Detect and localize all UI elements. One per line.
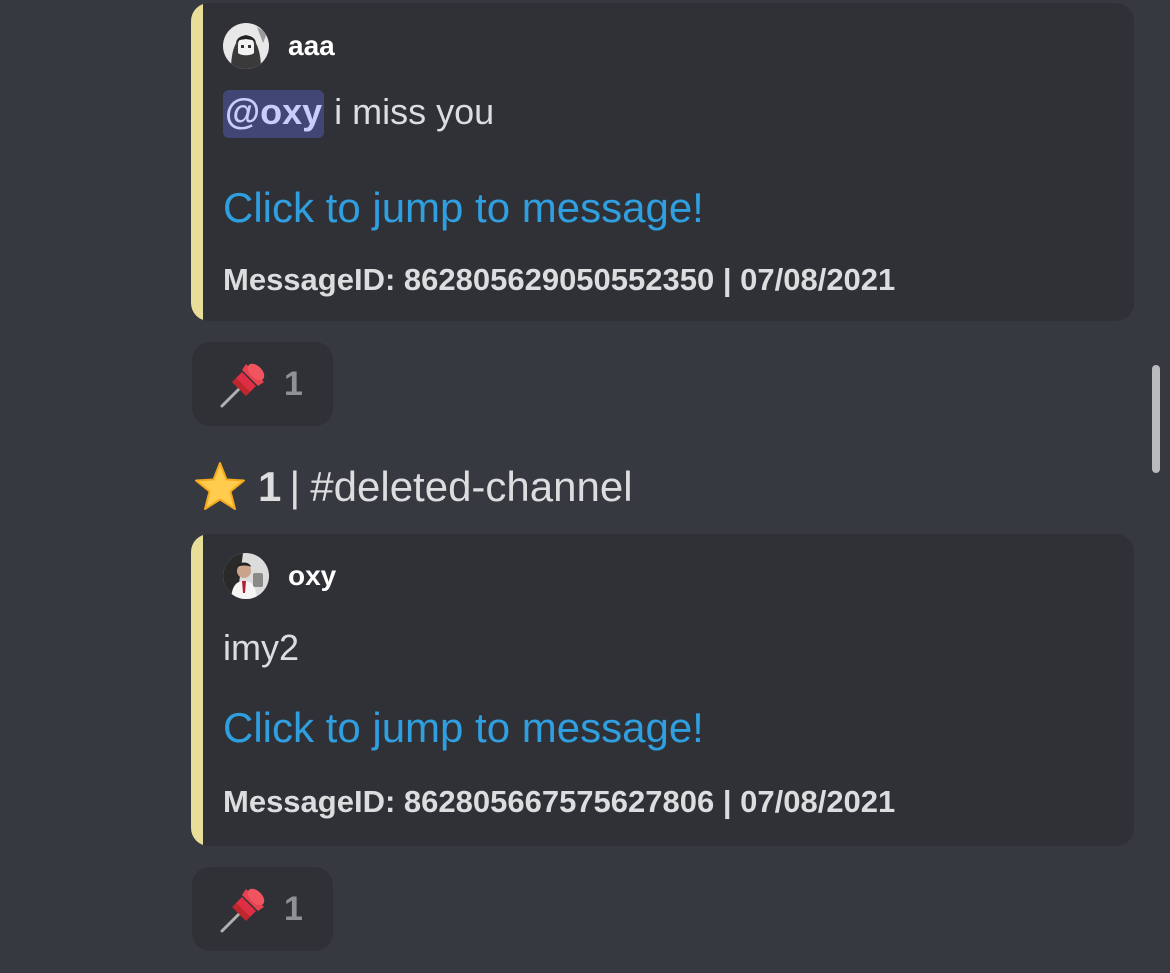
starboard-embed: oxy imy2 Click to jump to message! Messa… <box>191 534 1134 846</box>
channel-name[interactable]: #deleted-channel <box>310 463 632 511</box>
star-icon <box>195 462 245 510</box>
embed-footer: MessageID: 862805667575627806 | 07/08/20… <box>223 784 896 819</box>
message-feed: aaa @oxy i miss you Click to jump to mes… <box>0 0 1170 973</box>
pushpin-icon <box>220 888 265 933</box>
embed-footer: MessageID: 862805629050552350 | 07/08/20… <box>223 262 896 297</box>
embed-author[interactable]: aaa <box>223 23 335 69</box>
embed-accent-bar <box>191 534 203 846</box>
embed-author[interactable]: oxy <box>223 553 336 599</box>
message-text: i miss you <box>324 91 495 132</box>
author-name[interactable]: oxy <box>288 560 336 592</box>
star-count: 1 <box>258 463 282 510</box>
starboard-embed: aaa @oxy i miss you Click to jump to mes… <box>191 3 1134 321</box>
embed-accent-bar <box>191 3 203 321</box>
jump-to-message-link[interactable]: Click to jump to message! <box>223 704 704 752</box>
anime-avatar-icon[interactable] <box>223 23 269 69</box>
separator: | <box>289 463 301 510</box>
photo-avatar-icon[interactable] <box>223 553 269 599</box>
reaction-count: 1 <box>284 889 303 928</box>
reaction-count: 1 <box>284 364 303 403</box>
reaction-button[interactable]: 1 <box>192 867 333 951</box>
reaction-button[interactable]: 1 <box>192 342 333 426</box>
starboard-header: 1 | #deleted-channel <box>192 459 633 515</box>
message-content: imy2 <box>223 627 299 669</box>
user-mention[interactable]: @oxy <box>223 90 325 138</box>
message-content: @oxy i miss you <box>223 90 494 138</box>
pushpin-icon <box>220 363 265 408</box>
scrollbar-thumb[interactable] <box>1152 365 1160 473</box>
message-text: imy2 <box>223 627 300 668</box>
jump-to-message-link[interactable]: Click to jump to message! <box>223 184 704 232</box>
author-name[interactable]: aaa <box>288 30 335 62</box>
